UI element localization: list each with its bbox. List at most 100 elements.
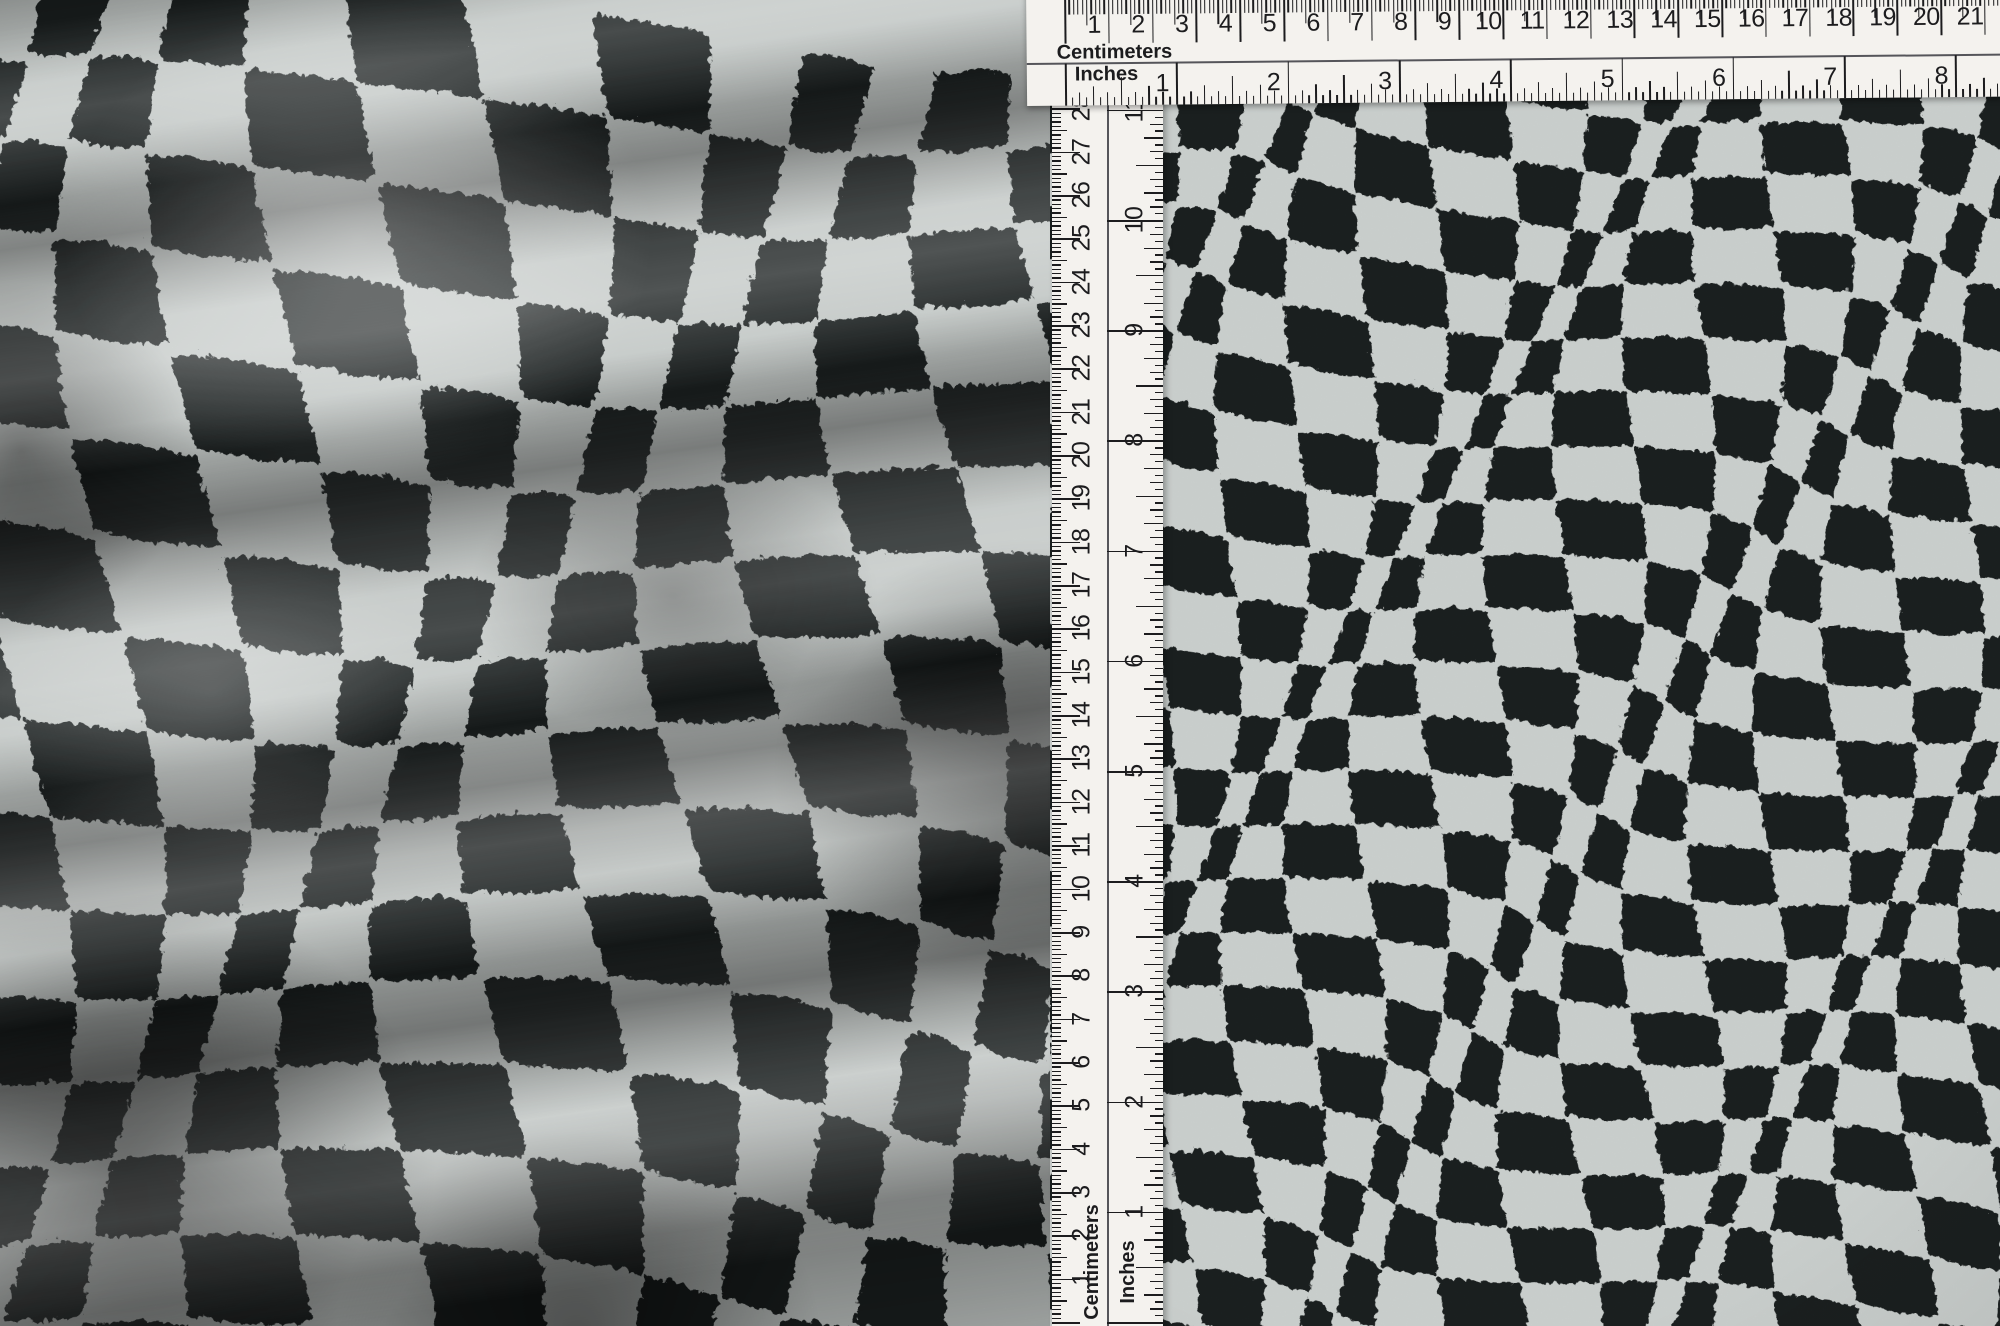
inch-tick [1420,94,1421,102]
cm-tick [1052,902,1061,903]
inch-tick [1144,854,1163,855]
inch-tick-number: 6 [1123,654,1148,667]
inch-tick [1990,89,1991,97]
cm-tick [1052,1305,1061,1306]
cm-tick [1052,351,1061,352]
cm-tick [1052,143,1061,144]
cm-tick [1052,745,1061,746]
cm-tick-number: 17 [1070,572,1095,599]
inch-tick [1144,578,1163,579]
cm-tick [1052,329,1061,330]
cm-tick [1052,1162,1061,1163]
cm-tick [1052,290,1061,291]
cm-tick [1415,0,1417,40]
inch-tick [1343,75,1345,103]
inch-tick [1155,1081,1163,1082]
cm-tick-number: 8 [1394,10,1408,35]
inch-tick [1065,64,1067,106]
cm-tick [1052,1036,1061,1037]
inch-tick [1670,92,1671,100]
inch-tick [1144,192,1163,193]
cm-tick [1647,0,1648,9]
inch-tick [1155,585,1163,586]
cm-tick [1052,485,1061,486]
cm-tick [1052,126,1061,127]
inch-tick [1733,57,1735,99]
cm-tick [1052,464,1061,465]
inch-tick [1144,358,1163,359]
inch-tick [1413,89,1414,102]
inch-tick [1969,84,1970,97]
cm-tick [1052,650,1067,651]
cm-tick-number: 13 [1606,8,1633,33]
inch-tick [1155,668,1163,669]
inch-tick [1858,85,1859,98]
cm-tick [1866,0,1867,7]
inch-tick [1155,654,1163,655]
cm-tick [1191,0,1192,13]
cm-tick [1052,1231,1061,1232]
inch-tick [1150,372,1163,373]
cm-tick [1052,980,1061,981]
cm-tick [1052,1175,1061,1176]
inch-tick [1893,90,1894,98]
inch-tick [1150,1088,1163,1089]
cm-tick [1721,0,1723,37]
cm-tick [1052,364,1061,365]
cm-tick [1052,1188,1061,1189]
inch-tick [1155,695,1163,696]
knit-grain-texture [1050,0,2000,1326]
cm-tick [1296,0,1297,12]
cm-inch-divider-line [1107,0,1109,1326]
cm-tick-number: 23 [1070,312,1095,339]
inch-tick [1594,82,1595,101]
cm-tick [1069,0,1070,15]
inch-tick [1155,158,1163,159]
inch-tick [1150,564,1163,565]
cm-tick [1244,0,1245,13]
cm-tick [1052,1318,1061,1319]
cm-tick [1052,1166,1061,1167]
inch-tick [1155,97,1156,105]
inch-tick [1997,84,1998,97]
cm-tick [1052,511,1061,512]
cm-tick [1052,134,1061,135]
cm-tick [1052,784,1061,785]
inch-tick [1336,95,1337,103]
cm-tick [1052,915,1061,916]
inch-tick [1155,681,1163,682]
cm-tick [1052,997,1067,998]
inch-tick [1782,91,1783,99]
inch-tick [1155,599,1163,600]
cm-tick [1725,0,1726,8]
cm-tick-number: 21 [1957,4,1984,29]
inch-tick [1144,1184,1163,1185]
inch-tick [1136,936,1163,937]
cm-tick [1052,1179,1061,1180]
cm-tick [1052,1287,1061,1288]
cm-tick [1327,0,1329,41]
cm-tick [1052,689,1061,690]
inch-tick [1155,861,1163,862]
inch-tick [1144,1239,1163,1240]
inch-tick [1136,275,1163,276]
inch-tick [1155,1288,1163,1289]
inch-tick [1155,1315,1163,1316]
inch-tick [1962,89,1963,97]
inch-tick [1150,619,1163,620]
cm-tick [1052,169,1061,170]
inch-tick [1621,58,1623,100]
cm-tick [1861,0,1862,7]
inch-tick [1615,92,1616,100]
cm-tick [1052,1075,1061,1076]
inch-tick [1155,819,1163,820]
cm-tick [1988,0,1989,6]
cm-tick [1052,620,1061,621]
cm-tick [1052,602,1061,603]
flat-fabric-pattern [1050,0,2000,1326]
cm-tick [1423,0,1424,11]
cm-tick [1052,576,1061,577]
cm-tick [1052,676,1061,677]
inch-tick-number: 4 [1123,874,1148,887]
cm-tick [1052,243,1061,244]
